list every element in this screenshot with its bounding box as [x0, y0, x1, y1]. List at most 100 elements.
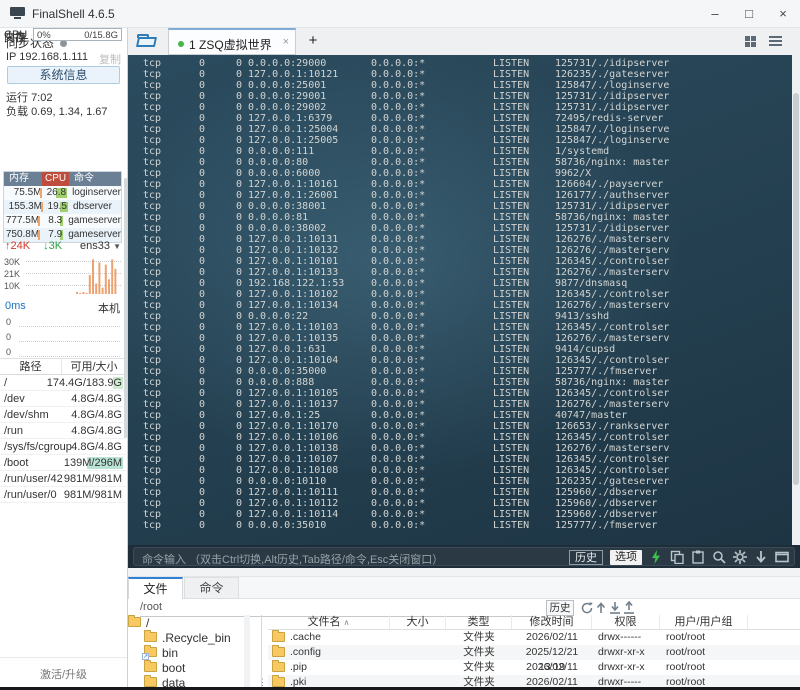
terminal-state: LISTEN: [493, 432, 530, 443]
search-icon[interactable]: [712, 550, 726, 564]
horizontal-splitter[interactable]: ⋯: [128, 568, 800, 583]
terminal-sendq: 0: [236, 465, 243, 476]
process-mem: 75.5M: [13, 187, 43, 198]
copy-ip-button[interactable]: 复制: [99, 51, 121, 67]
disk-header-path[interactable]: 路径: [0, 359, 62, 374]
tree-item[interactable]: /: [128, 615, 251, 630]
col-header-filename[interactable]: 文件名 ∧: [268, 615, 390, 629]
terminal-proto: tcp: [143, 487, 162, 498]
process-header-cmd[interactable]: 命令: [69, 172, 121, 186]
tree-item[interactable]: boot: [128, 660, 251, 675]
download-arrow-icon[interactable]: [754, 550, 768, 564]
download-file-icon[interactable]: [608, 601, 622, 615]
up-directory-icon[interactable]: [594, 601, 608, 615]
terminal-program: 9414/cupsd: [555, 344, 616, 355]
tab-commands[interactable]: 命令: [184, 577, 239, 599]
lightning-icon[interactable]: [649, 550, 663, 564]
terminal-recvq: 0: [198, 124, 205, 135]
paste-icon[interactable]: [691, 550, 705, 564]
terminal-scrollbar-thumb[interactable]: [793, 93, 799, 485]
col-header-perm[interactable]: 权限: [592, 615, 660, 629]
close-button[interactable]: ×: [766, 0, 800, 28]
new-tab-button[interactable]: +: [304, 32, 322, 49]
minimize-button[interactable]: –: [698, 0, 732, 28]
terminal-sendq: 0: [236, 168, 243, 179]
col-header-size[interactable]: 大小: [390, 615, 446, 629]
path-history-button[interactable]: 历史: [546, 600, 574, 616]
terminal-line: tcp 0 0 127.0.0.1:10133 0.0.0.0:* LISTEN…: [128, 267, 792, 278]
gauge-detail: 0/15.8G: [84, 30, 118, 41]
terminal-proto: tcp: [143, 190, 162, 201]
file-row[interactable]: .config 文件夹 2025/12/21 13:19 drwxr-xr-x …: [268, 645, 800, 673]
tab-files[interactable]: 文件: [128, 577, 183, 599]
terminal-recvq: 0: [198, 234, 205, 245]
terminal-recvq: 0: [198, 443, 205, 454]
tree-item[interactable]: .Recycle_bin: [128, 630, 251, 645]
file-row[interactable]: .pip 文件夹 2026/02/11 16:56 drwxr-xr-x roo…: [268, 660, 800, 688]
col-header-type[interactable]: 类型: [446, 615, 512, 629]
terminal-sendq: 0: [236, 91, 243, 102]
terminal-local-address: 127.0.0.1:10133: [248, 267, 339, 278]
tree-scrollbar[interactable]: [244, 615, 250, 690]
command-history-button[interactable]: 历史: [569, 549, 603, 565]
upload-file-icon[interactable]: [622, 601, 636, 615]
copy-icon[interactable]: [670, 550, 684, 564]
file-row[interactable]: .cache 文件夹 2026/02/11 16:56 drwx------ r…: [268, 630, 800, 658]
disk-row[interactable]: /dev 4.8G/4.8G: [0, 391, 126, 407]
refresh-icon[interactable]: [580, 601, 594, 615]
disk-row[interactable]: / 174.4G/183.9G: [0, 375, 126, 391]
grid-layout-icon[interactable]: [745, 36, 756, 47]
disk-header-size[interactable]: 可用/大小: [62, 359, 126, 374]
disk-row[interactable]: /run 4.8G/4.8G: [0, 423, 126, 439]
terminal-local-address: 0.0.0.0:38002: [248, 223, 327, 234]
disk-row[interactable]: /dev/shm 4.8G/4.8G: [0, 407, 126, 423]
terminal-recvq: 0: [198, 498, 205, 509]
sidebar-scrollbar[interactable]: [124, 178, 127, 438]
disk-row[interactable]: /sys/fs/cgroup 4.8G/4.8G: [0, 439, 126, 455]
process-cpu: 8.3: [48, 215, 64, 226]
interface-selector[interactable]: ens33 ▼: [80, 240, 121, 252]
open-connection-folder-icon[interactable]: [135, 32, 162, 51]
command-input-bar[interactable]: 命令输入 （双击Ctrl切换,Alt历史,Tab路径/命令,Esc关闭窗口） 历…: [133, 547, 795, 566]
system-info-button[interactable]: 系统信息: [7, 66, 120, 84]
file-mtime-cell: 2026/02/11 16:56: [526, 631, 578, 658]
session-tab[interactable]: 1 ZSQ虚拟世界 ×: [168, 28, 296, 55]
disk-row[interactable]: /run/user/42 981M/981M: [0, 471, 126, 487]
file-owner-cell: root/root: [666, 631, 706, 643]
col-header-owner[interactable]: 用户/用户组: [660, 615, 748, 629]
activate-upgrade-link[interactable]: 激活/升级: [0, 657, 127, 682]
disk-row[interactable]: /run/user/0 981M/981M: [0, 487, 126, 503]
gear-icon[interactable]: [733, 550, 747, 564]
terminal-proto: tcp: [143, 267, 162, 278]
terminal-state: LISTEN: [493, 80, 530, 91]
terminal-local-address: 0.0.0.0:35010: [248, 520, 327, 531]
tree-item[interactable]: ↗ bin: [128, 645, 251, 660]
command-options-button[interactable]: 选项: [610, 549, 642, 565]
terminal-line: tcp 0 0 127.0.0.1:10105 0.0.0.0:* LISTEN…: [128, 388, 792, 399]
folder-icon: [272, 675, 285, 687]
terminal-recvq: 0: [198, 256, 205, 267]
terminal-sendq: 0: [236, 146, 243, 157]
terminal[interactable]: tcp 0 0 0.0.0.0:29000 0.0.0.0:* LISTEN 1…: [128, 55, 800, 545]
process-header-cpu[interactable]: CPU: [42, 172, 69, 186]
terminal-proto: tcp: [143, 212, 162, 223]
maximize-button[interactable]: □: [732, 0, 766, 28]
disk-size: 174.4G/183.9G: [46, 377, 122, 389]
terminal-sendq: 0: [236, 201, 243, 212]
terminal-recvq: 0: [198, 333, 205, 344]
disk-row[interactable]: /boot 139M/296M: [0, 455, 126, 471]
terminal-recvq: 0: [198, 168, 205, 179]
process-row[interactable]: 777.5M 8.3 gameserver: [4, 214, 121, 228]
terminal-program: 126276/./masterserv: [555, 333, 670, 344]
process-row[interactable]: 75.5M 26.8 loginserver: [4, 186, 121, 200]
terminal-scrollbar[interactable]: [792, 55, 800, 545]
menu-icon[interactable]: [769, 36, 782, 47]
tab-close-icon[interactable]: ×: [283, 36, 289, 48]
terminal-foreign-address: 0.0.0.0:*: [371, 124, 426, 135]
process-cpu: 19.5: [47, 201, 68, 212]
window-mode-icon[interactable]: [775, 550, 789, 564]
process-row[interactable]: 155.3M 19.5 dbserver: [4, 200, 121, 214]
terminal-line: tcp 0 0 0.0.0.0:10110 0.0.0.0:* LISTEN 1…: [128, 476, 792, 487]
col-header-mtime[interactable]: 修改时间: [512, 615, 592, 629]
process-header-mem[interactable]: 内存: [4, 172, 42, 186]
